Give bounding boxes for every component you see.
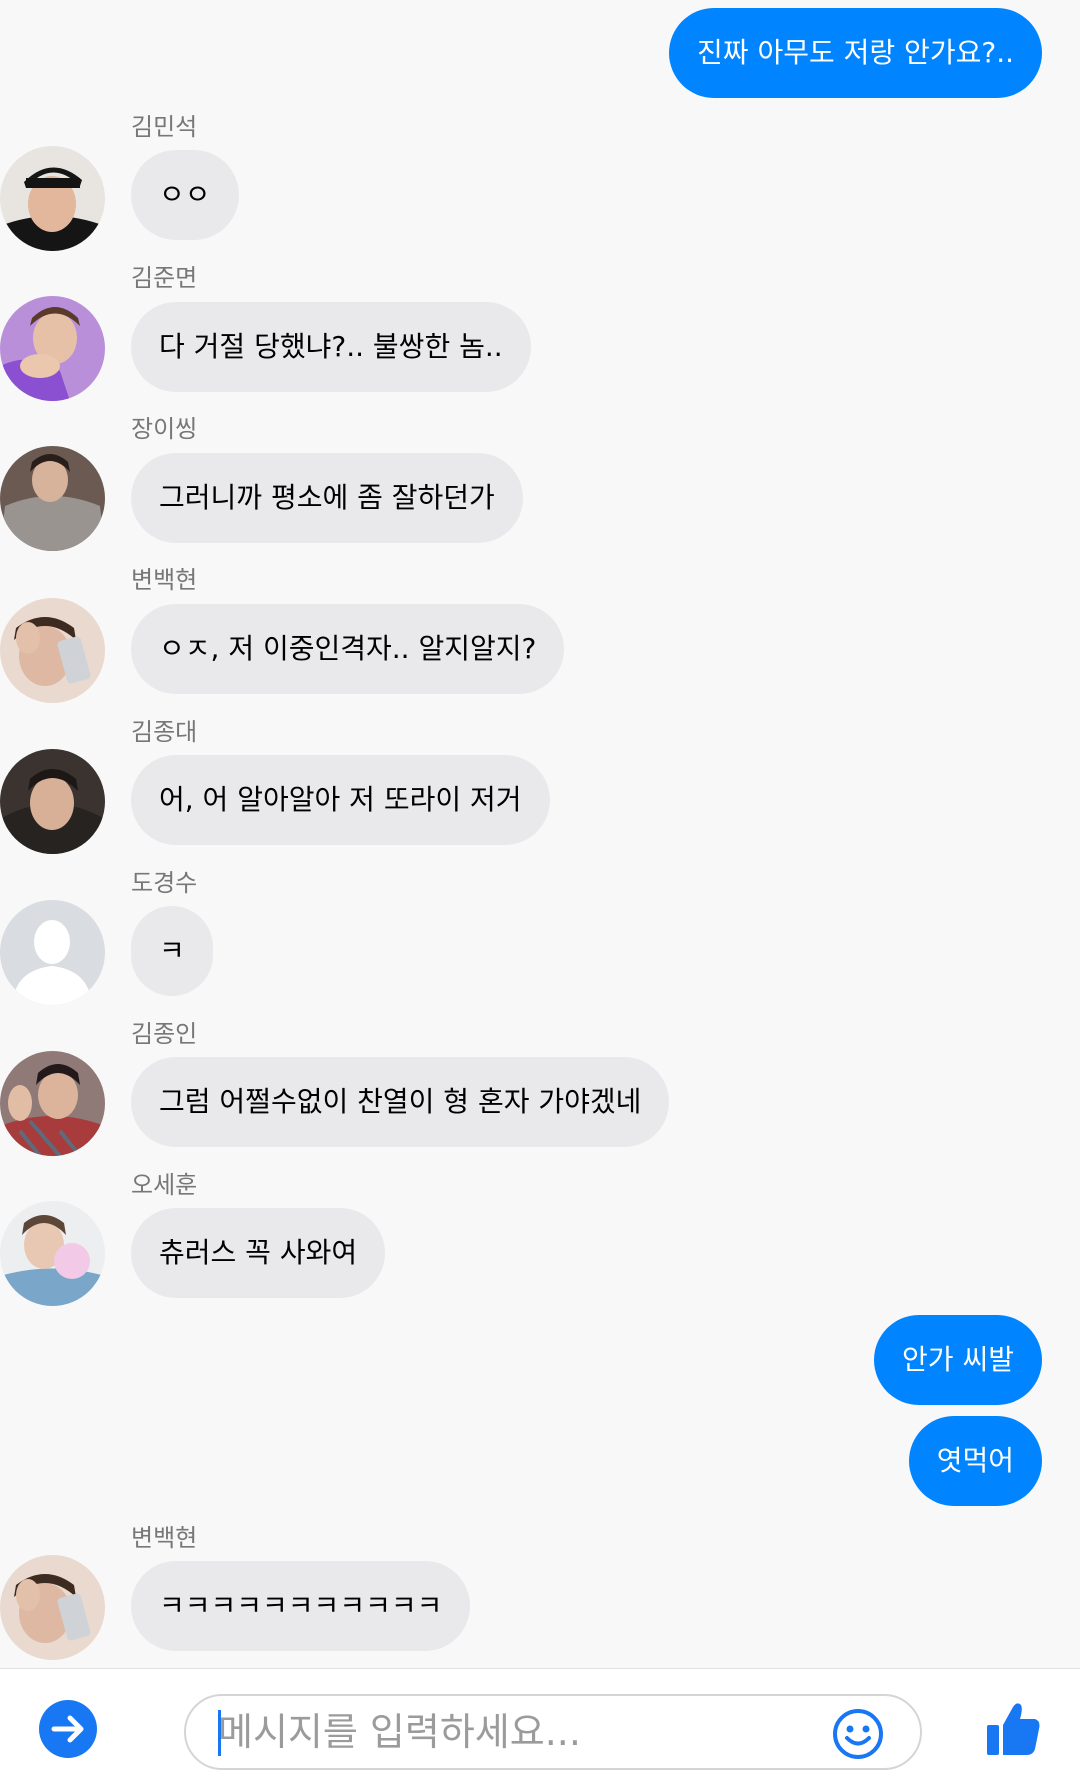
avatar[interactable] [0, 1201, 105, 1306]
arrow-right-circle-icon[interactable] [38, 1699, 98, 1759]
outgoing-message[interactable]: 안가 씨발 [874, 1315, 1042, 1405]
sender-name: 도경수 [131, 869, 198, 897]
sender-name: 김종인 [131, 1020, 198, 1048]
sender-name: 김민석 [131, 113, 198, 141]
avatar[interactable] [0, 296, 105, 401]
outgoing-message[interactable]: 엿먹어 [908, 1416, 1042, 1506]
sender-name: 변백현 [131, 1524, 198, 1552]
outgoing-message[interactable]: 진짜 아무도 저랑 안가요?.. [669, 8, 1042, 98]
sender-name: 김종대 [131, 718, 198, 746]
incoming-message[interactable]: 그러니까 평소에 좀 잘하던가 [131, 453, 523, 543]
sender-name: 장이씽 [131, 415, 198, 443]
incoming-message[interactable]: ㅋ [131, 906, 213, 996]
avatar[interactable] [0, 1555, 105, 1660]
avatar[interactable] [0, 146, 105, 251]
incoming-message[interactable]: ㅋㅋㅋㅋㅋㅋㅋㅋㅋㅋㅋ [131, 1561, 471, 1651]
thumbs-up-icon[interactable] [985, 1699, 1041, 1759]
incoming-message[interactable]: ㅇㅇ [131, 150, 239, 240]
composer-bar: 메시지를 입력하세요... [0, 1668, 1080, 1791]
incoming-message[interactable]: 그럼 어쩔수없이 찬열이 형 혼자 가야겠네 [131, 1057, 670, 1147]
avatar[interactable] [0, 598, 105, 703]
sender-name: 오세훈 [131, 1171, 198, 1199]
incoming-message[interactable]: 츄러스 꼭 사와여 [131, 1208, 386, 1298]
avatar[interactable] [0, 446, 105, 551]
incoming-message[interactable]: 어, 어 알아알아 저 또라이 저거 [131, 755, 550, 845]
avatar[interactable] [0, 749, 105, 854]
sender-name: 변백현 [131, 566, 198, 594]
incoming-message[interactable]: ㅇㅈ, 저 이중인격자.. 알지알지? [131, 604, 565, 694]
avatar-placeholder[interactable] [0, 900, 105, 1005]
smiley-icon[interactable] [832, 1708, 884, 1760]
message-input[interactable]: 메시지를 입력하세요... [184, 1694, 922, 1770]
sender-name: 김준면 [131, 264, 198, 292]
avatar[interactable] [0, 1051, 105, 1156]
incoming-message[interactable]: 다 거절 당했냐?.. 불쌍한 놈.. [131, 302, 531, 392]
message-thread[interactable]: 진짜 아무도 저랑 안가요?.. 김민석 ㅇㅇ 김준면 다 거절 당했냐?.. … [0, 0, 1080, 1668]
message-input-placeholder: 메시지를 입력하세요... [218, 1710, 581, 1754]
